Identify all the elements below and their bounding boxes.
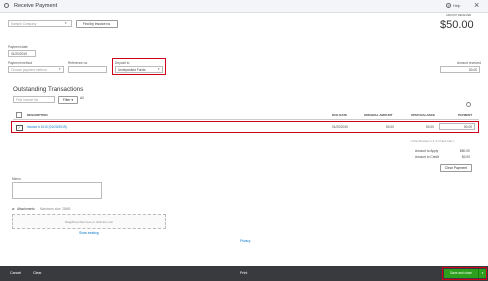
column-payment: PAYMENT	[458, 113, 473, 117]
attachments-dropzone[interactable]: Drag/Drop files here or click the icon	[12, 214, 166, 229]
row-payment-value: 50.00	[464, 125, 472, 129]
column-original-amount: ORIGINAL AMOUNT	[364, 113, 393, 117]
row-payment-input[interactable]: 50.00	[439, 123, 475, 130]
payment-method-placeholder: Choose payment method	[11, 68, 47, 72]
print-button[interactable]: Print	[240, 271, 247, 275]
amount-received-input[interactable]: 50.00	[440, 66, 480, 73]
column-due-date: DUE DATE	[332, 113, 348, 117]
chevron-down-icon[interactable]: ▾	[59, 67, 61, 71]
save-and-close-label: Save and close	[450, 271, 472, 275]
pager[interactable]: < First Previous 1-1 of 1 Next Last >	[410, 139, 455, 143]
header-bar	[0, 0, 488, 13]
deposit-to-value: Undeposited Funds	[118, 68, 146, 72]
row-checkbox-checked[interactable]: ✓	[16, 124, 23, 131]
privacy-link[interactable]: Privacy	[240, 239, 250, 243]
deposit-to-label: Deposit to	[115, 60, 130, 65]
save-and-close-button[interactable]: Save and close	[444, 269, 478, 278]
attachments-max-size: Maximum size: 25MB	[40, 207, 71, 211]
amount-to-credit-label: Amount to Credit	[415, 155, 439, 159]
chevron-down-icon[interactable]: ▾	[65, 21, 67, 25]
customer-value: Sample Company	[11, 22, 37, 26]
page-title: Receive Payment	[14, 2, 58, 9]
invoice-search-input[interactable]: Find Invoice No.	[13, 96, 55, 103]
amount-received-input-value: 50.00	[469, 68, 477, 72]
payment-method-label: Payment method	[8, 61, 33, 65]
row-open-balance: 50.00	[426, 125, 434, 129]
deposit-to-select[interactable]: Undeposited Funds	[115, 66, 163, 73]
save-options-chevron-icon[interactable]: ▾	[478, 269, 486, 278]
amount-to-apply-label: Amount to Apply	[415, 149, 439, 153]
reference-input[interactable]	[68, 66, 107, 73]
close-icon[interactable]: ×	[474, 0, 479, 10]
help-icon[interactable]: ?	[446, 3, 451, 8]
column-description: DESCRIPTION	[27, 113, 48, 117]
find-by-invoice-button[interactable]: Find by invoice no.	[76, 19, 118, 28]
chevron-down-icon[interactable]: ▾	[158, 67, 160, 71]
outstanding-title: Outstanding Transactions	[13, 86, 84, 93]
filter-label: Filter	[62, 97, 71, 102]
payment-date-field[interactable]: 01/20/2019	[8, 50, 36, 57]
show-existing-link[interactable]: Show existing	[79, 231, 99, 235]
clear-button[interactable]: Clear	[33, 271, 42, 275]
attachments-drop-text: Drag/Drop files here or click the icon	[64, 220, 114, 224]
row-original-amount: 50.00	[386, 125, 394, 129]
filter-all-label: All	[80, 96, 84, 100]
payment-method-select[interactable]: Choose payment method	[8, 66, 64, 73]
select-all-checkbox[interactable]	[16, 112, 22, 118]
memo-textarea[interactable]	[12, 182, 102, 199]
amount-to-apply-value: $50.00	[460, 149, 470, 153]
amount-received-label: AMOUNT RECEIVED	[446, 14, 472, 17]
row-description[interactable]: Invoice # 1010 (01/20/2019)	[27, 125, 67, 129]
filter-button[interactable]: Filter ▾	[58, 95, 78, 104]
memo-label: Memo	[12, 177, 21, 181]
chevron-down-icon: ▾	[71, 97, 74, 102]
table-header-row	[13, 110, 479, 120]
amount-received-total: $50.00	[440, 19, 474, 31]
reference-label: Reference no.	[68, 61, 89, 65]
settings-gear-icon[interactable]	[466, 102, 471, 107]
payment-date-label: Payment date	[8, 45, 28, 49]
invoice-search-placeholder: Find Invoice No.	[16, 98, 40, 102]
amount-received-field-label: Amount received	[457, 61, 481, 65]
amount-to-credit-value: $0.00	[462, 155, 470, 159]
history-icon[interactable]	[4, 3, 9, 8]
cancel-button[interactable]: Cancel	[10, 271, 21, 275]
clear-payment-button[interactable]: Clear Payment	[440, 164, 472, 172]
payment-date-value: 01/20/2019	[11, 52, 27, 56]
table-row[interactable]	[11, 121, 479, 133]
row-due-date: 01/20/2019	[332, 125, 348, 129]
help-button[interactable]: Help	[453, 4, 460, 8]
paperclip-icon: ⌀	[12, 206, 15, 211]
customer-select[interactable]: Sample Company	[8, 20, 72, 27]
column-open-balance: OPEN BALANCE	[411, 113, 436, 117]
attachments-label: Attachments	[17, 207, 35, 211]
